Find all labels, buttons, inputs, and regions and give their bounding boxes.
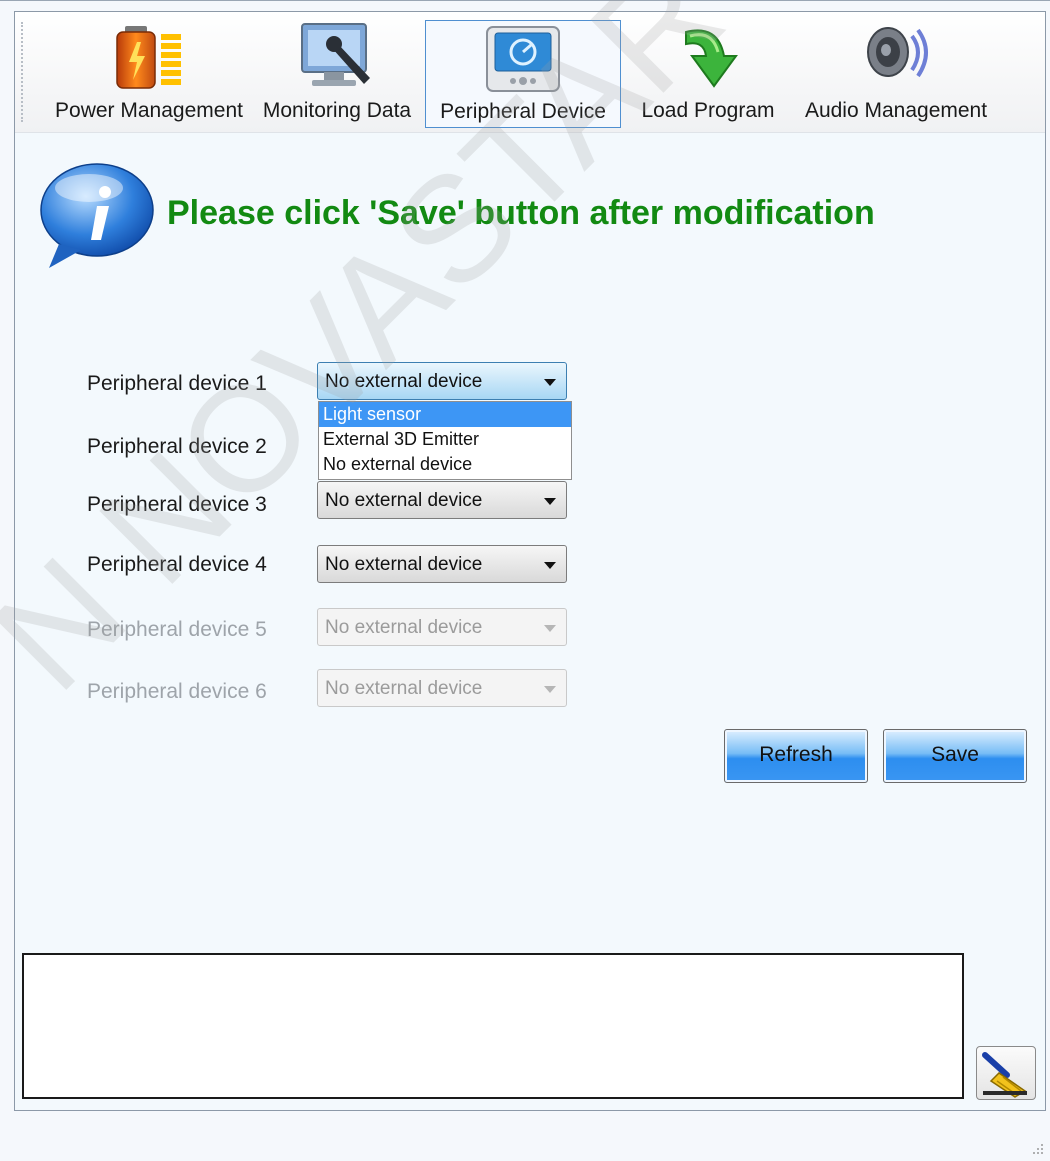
toolbar-grip[interactable] — [21, 22, 25, 122]
tab-label: Load Program — [641, 99, 775, 122]
chevron-down-icon — [544, 686, 556, 693]
chevron-down-icon — [544, 625, 556, 632]
device-4-label: Peripheral device 4 — [87, 553, 267, 576]
device-1-select[interactable]: No external device — [317, 362, 567, 400]
peripheral-device-icon — [483, 23, 563, 101]
broom-icon — [977, 1052, 1035, 1103]
device-4-value: No external device — [325, 554, 483, 575]
tab-monitoring-data[interactable]: Monitoring Data — [255, 12, 419, 128]
device-3-label: Peripheral device 3 — [87, 493, 267, 516]
log-output[interactable] — [22, 953, 964, 1099]
device-1-dropdown-list: Light sensor External 3D Emitter No exte… — [318, 401, 572, 480]
toolbar: Power Management Monitoring Data Periphe… — [15, 12, 1045, 133]
tab-load-program[interactable]: Load Program — [627, 12, 789, 128]
monitor-wrench-icon — [292, 22, 382, 102]
info-message: Please click 'Save' button after modific… — [167, 194, 875, 232]
device-2-label: Peripheral device 2 — [87, 435, 267, 458]
load-arrow-icon — [668, 22, 748, 100]
speaker-icon — [854, 22, 938, 100]
tab-label: Audio Management — [804, 99, 988, 122]
battery-icon — [109, 22, 189, 98]
chevron-down-icon — [544, 379, 556, 386]
device-5-value: No external device — [325, 617, 483, 638]
info-icon — [37, 162, 157, 272]
refresh-button[interactable]: Refresh — [724, 729, 868, 783]
clear-log-button[interactable] — [976, 1046, 1036, 1100]
device-1-value: No external device — [325, 371, 483, 392]
chevron-down-icon — [544, 498, 556, 505]
device-3-select[interactable]: No external device — [317, 481, 567, 519]
device-6-label: Peripheral device 6 — [87, 680, 267, 703]
device-1-label: Peripheral device 1 — [87, 372, 267, 395]
save-button[interactable]: Save — [883, 729, 1027, 783]
device-5-label: Peripheral device 5 — [87, 618, 267, 641]
device-6-value: No external device — [325, 678, 483, 699]
chevron-down-icon — [544, 562, 556, 569]
device-5-select: No external device — [317, 608, 567, 646]
content-frame: Power Management Monitoring Data Periphe… — [14, 11, 1046, 1111]
resize-grip-icon[interactable] — [1030, 1141, 1044, 1155]
dropdown-option-3d-emitter[interactable]: External 3D Emitter — [319, 427, 571, 452]
device-6-select: No external device — [317, 669, 567, 707]
dropdown-option-light-sensor[interactable]: Light sensor — [319, 402, 571, 427]
device-3-value: No external device — [325, 490, 483, 511]
tab-peripheral-device[interactable]: Peripheral Device — [425, 20, 621, 128]
tab-label: Peripheral Device — [440, 100, 606, 123]
device-4-select[interactable]: No external device — [317, 545, 567, 583]
device-window: Power Management Monitoring Data Periphe… — [0, 0, 1050, 1161]
tab-audio-management[interactable]: Audio Management — [791, 12, 1001, 128]
tab-power-management[interactable]: Power Management — [35, 12, 263, 128]
dropdown-option-no-device[interactable]: No external device — [319, 452, 571, 477]
tab-label: Monitoring Data — [262, 99, 412, 122]
tab-label: Power Management — [55, 99, 243, 122]
